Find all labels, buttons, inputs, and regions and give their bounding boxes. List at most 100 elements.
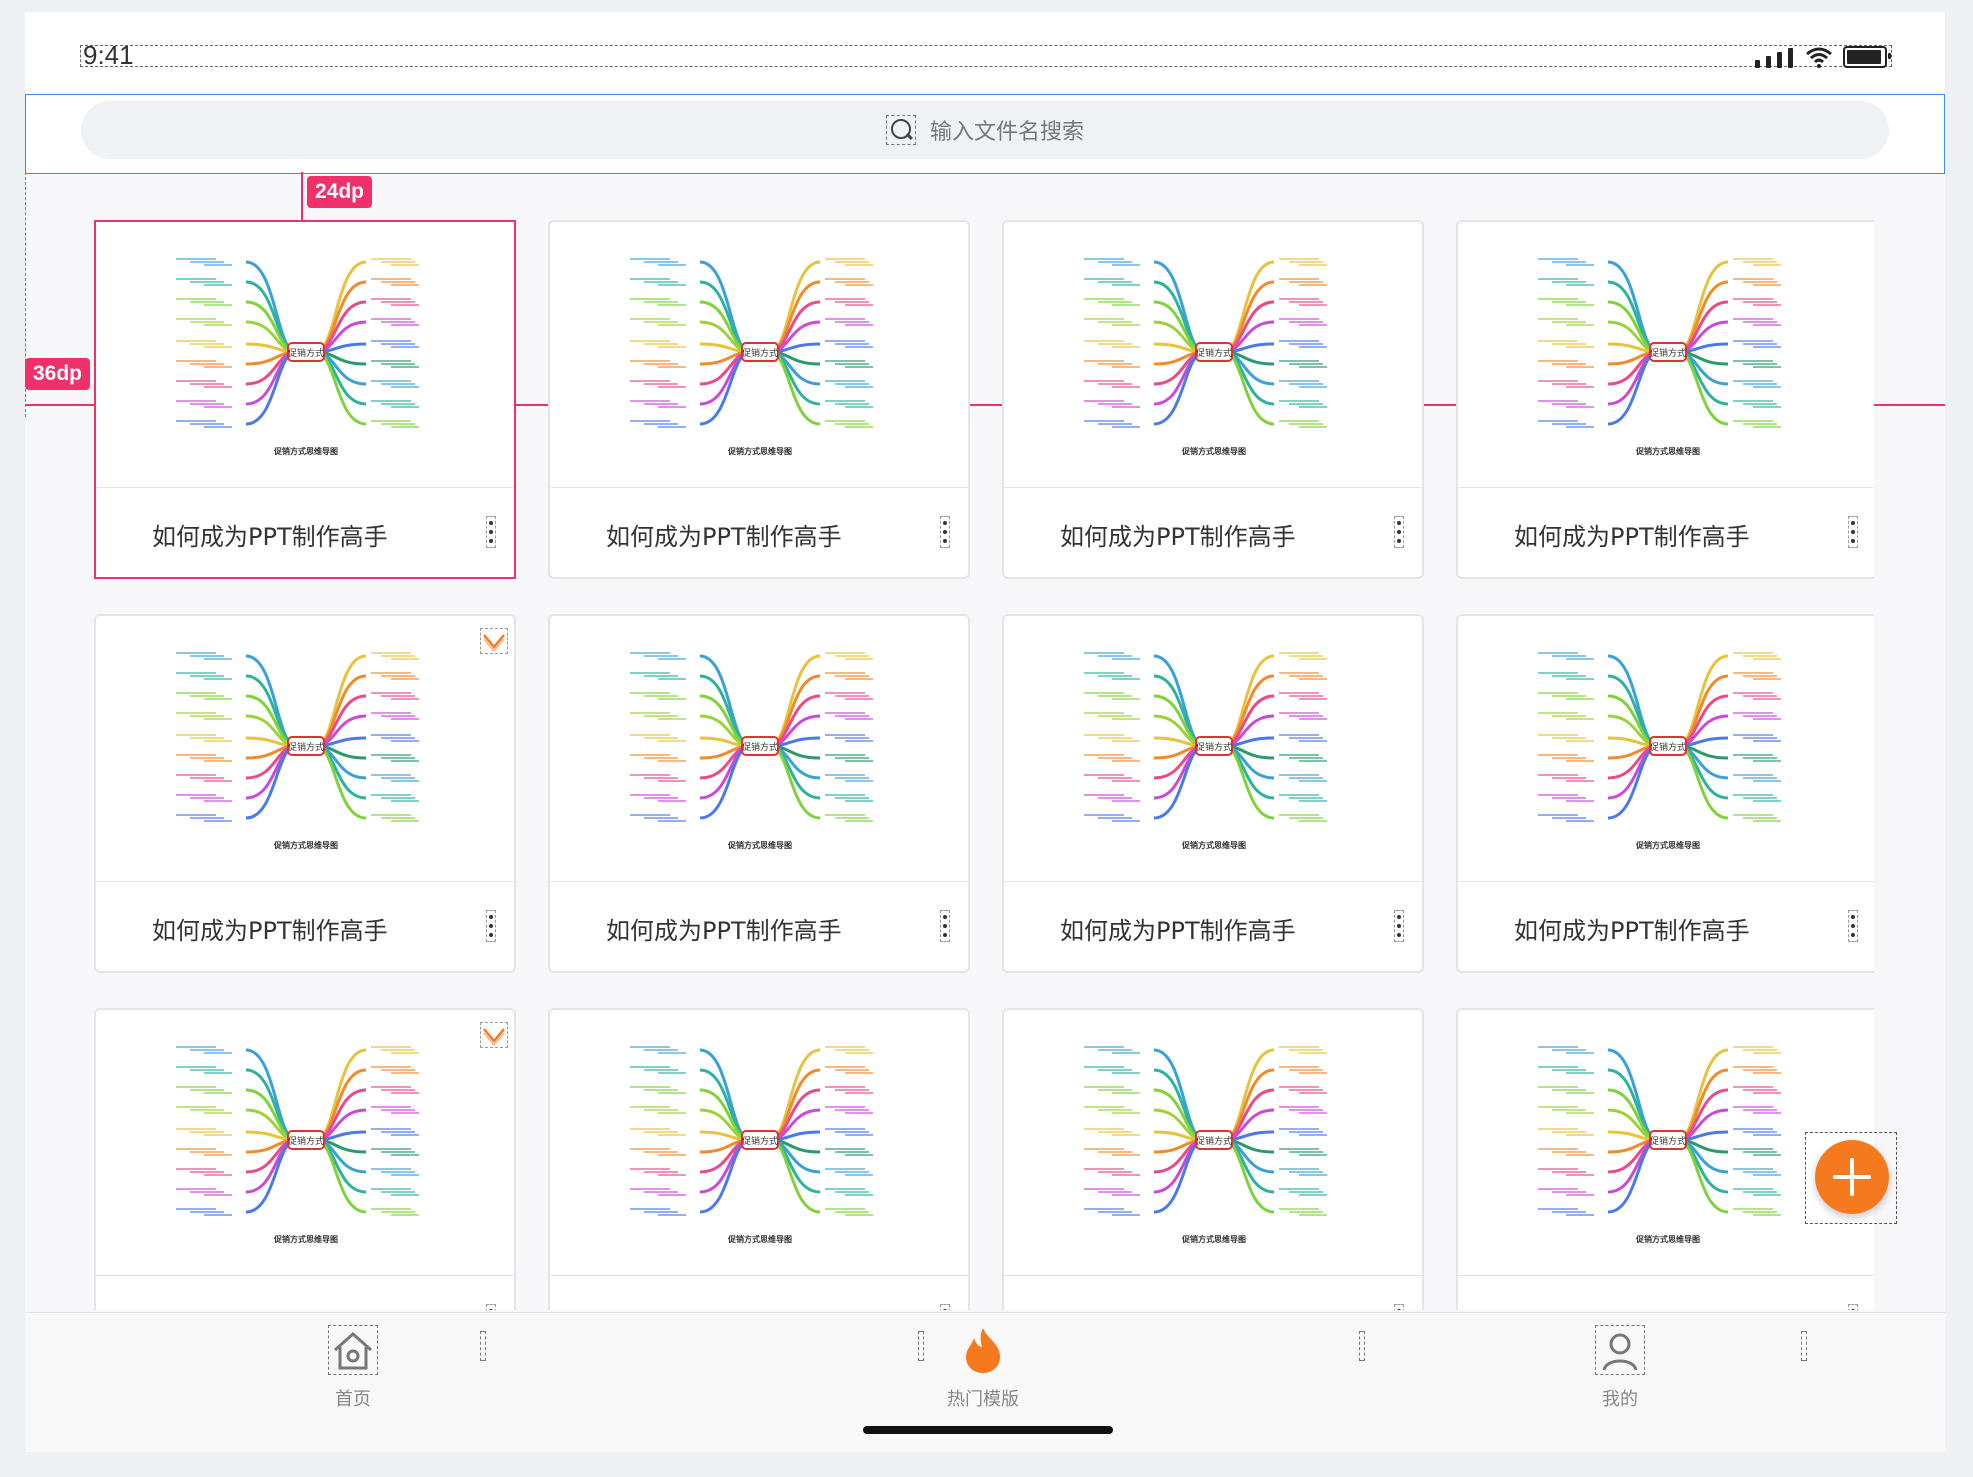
annotation-gap-label: 24dp — [307, 176, 373, 208]
template-card[interactable]: 促销方式促销方式思维导图如何成为PPT制作高手 — [1456, 614, 1874, 973]
mindmap-center-label: 促销方式 — [1196, 347, 1232, 359]
more-options-icon[interactable] — [1848, 516, 1858, 548]
more-options-icon[interactable] — [1848, 910, 1858, 942]
mindmap-center-label: 促销方式 — [742, 1135, 778, 1147]
wifi-icon — [1806, 47, 1832, 68]
mindmap-caption: 促销方式思维导图 — [1181, 840, 1246, 850]
more-options-icon[interactable] — [1848, 1304, 1858, 1310]
card-title: 如何成为PPT制作高手 — [152, 1305, 388, 1310]
mindmap-caption: 促销方式思维导图 — [1635, 446, 1700, 456]
home-icon — [328, 1325, 378, 1375]
status-bar: 9:41 — [25, 12, 1945, 94]
mindmap-thumbnail: 促销方式促销方式思维导图 — [1538, 258, 1781, 456]
more-options-icon[interactable] — [1394, 910, 1404, 942]
card-title: 如何成为PPT制作高手 — [152, 917, 388, 945]
template-card[interactable]: 促销方式促销方式思维导图如何成为PPT制作高手 — [1002, 614, 1424, 973]
mindmap-caption: 促销方式思维导图 — [1181, 446, 1246, 456]
card-title: 如何成为PPT制作高手 — [606, 1305, 842, 1310]
search-container: 输入文件名搜索 — [25, 94, 1945, 174]
template-card[interactable]: 促销方式促销方式思维导图如何成为PPT制作高手 — [548, 220, 970, 579]
nav-divider — [480, 1331, 486, 1361]
search-icon — [885, 115, 916, 145]
mindmap-thumbnail: 促销方式促销方式思维导图 — [1538, 1046, 1781, 1244]
card-thumbnail: 促销方式促销方式思维导图 — [550, 1010, 968, 1276]
template-card[interactable]: 促销方式促销方式思维导图如何成为PPT制作高手 — [548, 1008, 970, 1310]
card-thumbnail: 促销方式 促销方式思维导图 — [96, 1010, 514, 1276]
more-options-icon[interactable] — [940, 516, 950, 548]
mindmap-caption: 促销方式思维导图 — [727, 1234, 792, 1244]
status-bar-frame — [80, 45, 1892, 67]
nav-mine[interactable]: 我的 — [1560, 1325, 1680, 1411]
nav-hot-label: 热门模版 — [947, 1389, 1019, 1410]
card-title: 如何成为PPT制作高手 — [1060, 523, 1296, 551]
system-icons — [1755, 42, 1891, 68]
checked-icon[interactable] — [480, 628, 508, 654]
more-options-icon[interactable] — [486, 1304, 496, 1310]
mindmap-caption: 促销方式思维导图 — [727, 840, 792, 850]
mindmap-thumbnail: 促销方式促销方式思维导图 — [176, 1046, 419, 1244]
search-input[interactable]: 输入文件名搜索 — [81, 101, 1889, 159]
mindmap-caption: 促销方式思维导图 — [1181, 1234, 1246, 1244]
mindmap-center-label: 促销方式 — [288, 347, 324, 359]
card-title: 如何成为PPT制作高手 — [1060, 917, 1296, 945]
card-thumbnail: 促销方式促销方式思维导图 — [550, 616, 968, 882]
mindmap-caption: 促销方式思维导图 — [1635, 840, 1700, 850]
nav-home-label: 首页 — [335, 1389, 371, 1410]
card-title: 如何成为PPT制作高手 — [606, 523, 842, 551]
add-button[interactable] — [1815, 1140, 1889, 1214]
template-card[interactable]: 促销方式促销方式思维导图如何成为PPT制作高手 — [1002, 1008, 1424, 1310]
more-options-icon[interactable] — [1394, 516, 1404, 548]
template-card[interactable]: 促销方式促销方式思维导图如何成为PPT制作高手 — [94, 1008, 516, 1310]
mindmap-caption: 促销方式思维导图 — [273, 840, 338, 850]
mindmap-thumbnail: 促销方式促销方式思维导图 — [630, 652, 873, 850]
card-thumbnail: 促销方式促销方式思维导图 — [1458, 616, 1874, 882]
nav-home[interactable]: 首页 — [293, 1325, 413, 1411]
signal-bar — [1777, 52, 1782, 68]
mindmap-center-label: 促销方式 — [1650, 1135, 1686, 1147]
template-grid: 促销方式 促销方式思维导图 如何成为PPT制作高手 促销方式 促销方式思维导图 如何成为P… — [94, 220, 1874, 1310]
checked-icon[interactable] — [480, 1022, 508, 1048]
more-options-icon[interactable] — [486, 516, 496, 548]
nav-divider — [1359, 1331, 1365, 1361]
mindmap-center-label: 促销方式 — [1650, 347, 1686, 359]
annotation-margin-label: 36dp — [25, 358, 91, 390]
mindmap-caption: 促销方式思维导图 — [727, 446, 792, 456]
template-card[interactable]: 促销方式促销方式思维导图如何成为PPT制作高手 — [94, 220, 516, 579]
signal-icon — [1755, 60, 1760, 68]
more-options-icon[interactable] — [1394, 1304, 1404, 1310]
more-options-icon[interactable] — [486, 910, 496, 942]
device-screen: 9:41 输入文件名搜索 24dp 36dp 762dp 促销方式促销方式思维导… — [25, 12, 1945, 1452]
more-options-icon[interactable] — [940, 910, 950, 942]
mindmap-center-label: 促销方式 — [1650, 741, 1686, 753]
card-thumbnail: 促销方式促销方式思维导图 — [550, 222, 968, 488]
mindmap-caption: 促销方式思维导图 — [273, 1234, 338, 1244]
card-title: 如何成为PPT制作高手 — [1514, 523, 1750, 551]
card-title: 如何成为PPT制作高手 — [1514, 917, 1750, 945]
mindmap-thumbnail: 促销方式促销方式思维导图 — [176, 258, 419, 456]
fab-frame — [1805, 1132, 1897, 1224]
user-icon — [1595, 1325, 1645, 1375]
mindmap-thumbnail: 促销方式促销方式思维导图 — [1538, 652, 1781, 850]
mindmap-center-label: 促销方式 — [742, 347, 778, 359]
flame-icon — [958, 1325, 1008, 1375]
card-title: 如何成为PPT制作高手 — [606, 917, 842, 945]
mindmap-center-label: 促销方式 — [288, 741, 324, 753]
nav-hot-templates[interactable]: 热门模版 — [923, 1325, 1043, 1411]
mindmap-thumbnail: 促销方式促销方式思维导图 — [176, 652, 419, 850]
template-card[interactable]: 促销方式促销方式思维导图如何成为PPT制作高手 — [1456, 220, 1874, 579]
nav-mine-label: 我的 — [1602, 1389, 1638, 1410]
signal-bar — [1766, 56, 1771, 68]
mindmap-center-label: 促销方式 — [742, 741, 778, 753]
card-thumbnail: 促销方式 促销方式思维导图 — [1004, 1010, 1422, 1276]
mindmap-center-label: 促销方式 — [1196, 741, 1232, 753]
card-thumbnail: 促销方式促销方式思维导图 — [96, 616, 514, 882]
annotation-gap-line — [301, 172, 303, 220]
mindmap-thumbnail: 促销方式促销方式思维导图 — [1084, 1046, 1327, 1244]
card-title: 如何成为PPT制作高手 — [152, 523, 388, 551]
template-card[interactable]: 促销方式促销方式思维导图如何成为PPT制作高手 — [1002, 220, 1424, 579]
mindmap-thumbnail: 促销方式促销方式思维导图 — [1084, 258, 1327, 456]
template-card[interactable]: 促销方式促销方式思维导图如何成为PPT制作高手 — [548, 614, 970, 973]
more-options-icon[interactable] — [940, 1304, 950, 1310]
template-card[interactable]: 促销方式促销方式思维导图如何成为PPT制作高手 — [94, 614, 516, 973]
card-thumbnail: 促销方式 促销方式思维导图 — [96, 222, 514, 488]
